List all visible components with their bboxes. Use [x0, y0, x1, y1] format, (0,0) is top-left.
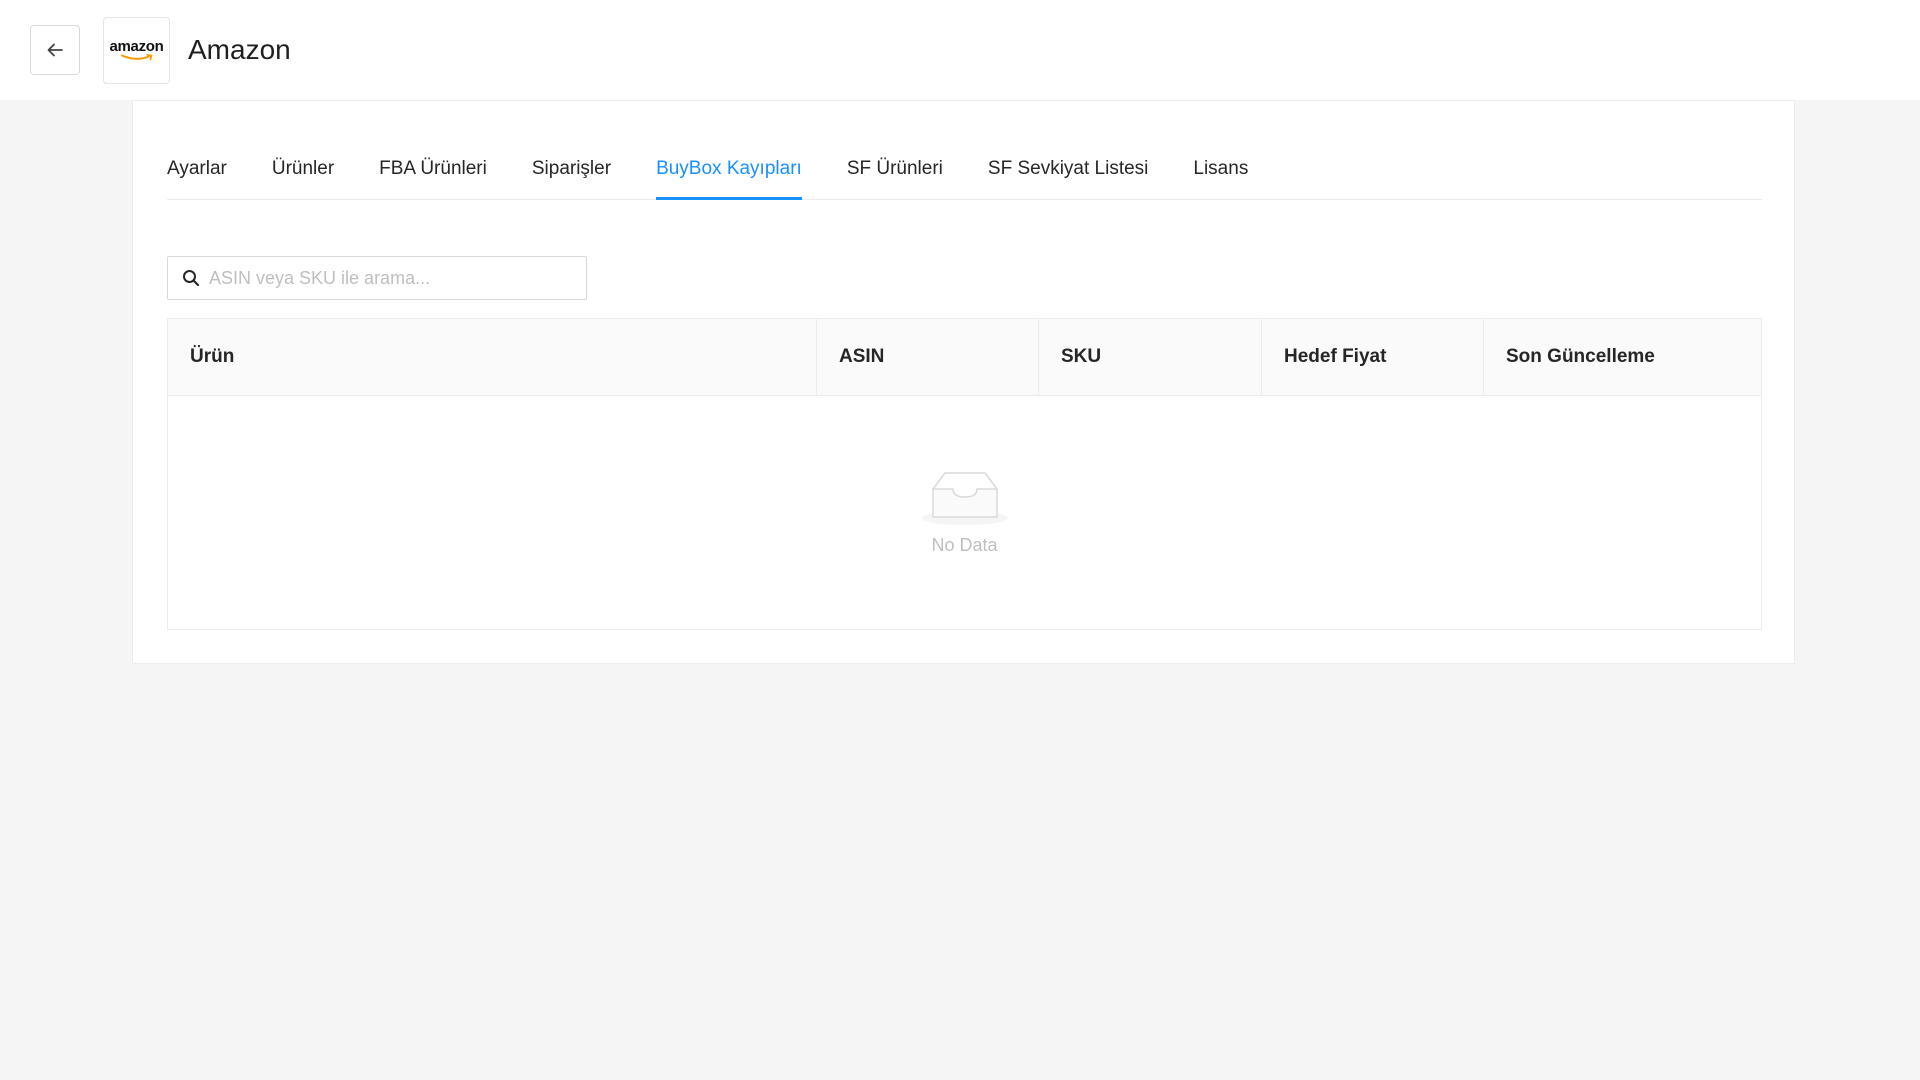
tab-siparisler[interactable]: Siparişler: [532, 158, 611, 199]
content-card: Ayarlar Ürünler FBA Ürünleri Siparişler …: [132, 100, 1795, 664]
page-title: Amazon: [188, 34, 291, 65]
column-header-son-guncelleme[interactable]: Son Güncelleme: [1484, 319, 1761, 395]
tab-fba-urunleri[interactable]: FBA Ürünleri: [379, 158, 487, 199]
column-header-asin[interactable]: ASIN: [817, 319, 1039, 395]
column-header-sku[interactable]: SKU: [1039, 319, 1262, 395]
arrow-left-icon: [47, 43, 63, 57]
tab-lisans[interactable]: Lisans: [1193, 158, 1248, 199]
empty-inbox-icon: [921, 472, 1008, 525]
tab-ayarlar[interactable]: Ayarlar: [167, 158, 227, 199]
column-header-urun[interactable]: Ürün: [168, 319, 817, 395]
table-header: Ürün ASIN SKU Hedef Fiyat Son Güncelleme: [168, 319, 1761, 396]
back-button[interactable]: [30, 25, 80, 75]
tab-buybox-kayiplari[interactable]: BuyBox Kayıpları: [656, 158, 802, 200]
search-icon: [183, 270, 200, 287]
tab-urunler[interactable]: Ürünler: [272, 158, 334, 199]
buybox-table: Ürün ASIN SKU Hedef Fiyat Son Güncelleme…: [167, 318, 1762, 630]
tab-sf-sevkiyat-listesi[interactable]: SF Sevkiyat Listesi: [988, 158, 1149, 199]
tab-sf-urunleri[interactable]: SF Ürünleri: [847, 158, 943, 199]
amazon-logo: amazon: [103, 16, 170, 84]
search-box[interactable]: [167, 256, 587, 300]
search-input[interactable]: [209, 267, 579, 289]
amazon-smile-icon: [120, 53, 152, 60]
logo-wordmark: amazon: [109, 37, 164, 55]
tab-bar: Ayarlar Ürünler FBA Ürünleri Siparişler …: [167, 101, 1762, 200]
column-header-hedef-fiyat[interactable]: Hedef Fiyat: [1262, 319, 1484, 395]
empty-text: No Data: [931, 535, 998, 555]
top-bar: amazon Amazon: [0, 0, 1920, 100]
empty-state: No Data: [168, 396, 1761, 629]
